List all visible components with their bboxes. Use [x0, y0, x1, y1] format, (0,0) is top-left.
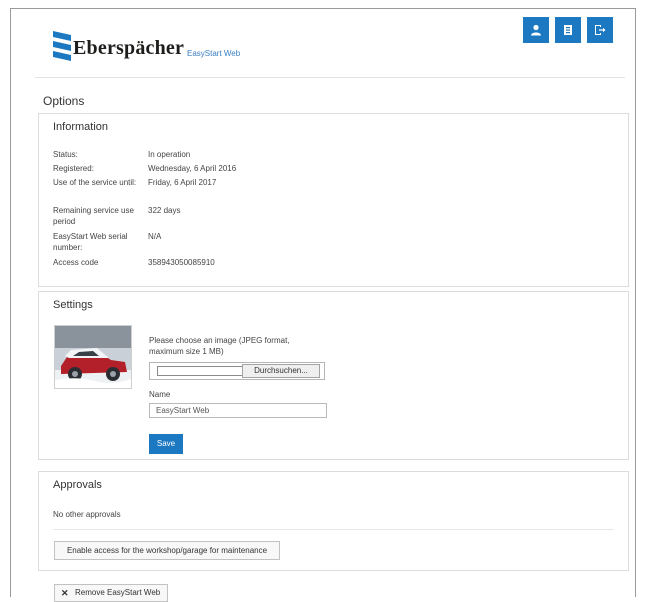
settings-panel: Settings Please choose an image (JPEG fo…	[38, 291, 629, 460]
logout-icon	[595, 25, 606, 35]
header: Eberspächer EasyStart Web	[11, 9, 635, 79]
remove-easystart-button[interactable]: ✕ Remove EasyStart Web	[54, 584, 168, 602]
no-approvals-text: No other approvals	[53, 510, 121, 519]
logout-button[interactable]	[587, 17, 613, 43]
registered-value: Wednesday, 6 April 2016	[148, 164, 237, 173]
user-button[interactable]	[523, 17, 549, 43]
app-frame: Eberspächer EasyStart Web Options Inform…	[10, 8, 636, 597]
header-divider	[35, 77, 625, 78]
file-upload: Durchsuchen...	[149, 362, 325, 380]
service-until-label: Use of the service until:	[53, 178, 137, 187]
settings-title: Settings	[53, 299, 93, 311]
access-code-value: 358943050085910	[148, 258, 215, 267]
status-value: In operation	[148, 150, 191, 159]
serial-number-label: EasyStart Web serial number:	[53, 232, 128, 252]
close-icon: ✕	[61, 588, 69, 598]
file-path-field[interactable]	[157, 366, 242, 376]
vehicle-image	[54, 325, 132, 389]
information-panel: Information Status: In operation Registe…	[38, 113, 629, 287]
vehicle-image-picture	[55, 326, 131, 388]
status-label: Status:	[53, 150, 78, 159]
approvals-panel: Approvals No other approvals Enable acce…	[38, 471, 629, 571]
eberspaecher-logo-icon	[53, 31, 71, 61]
remaining-period-value: 322 days	[148, 206, 181, 215]
approvals-title: Approvals	[53, 479, 102, 491]
name-label: Name	[149, 390, 171, 399]
product-name: EasyStart Web	[187, 49, 241, 58]
registered-label: Registered:	[53, 164, 94, 173]
save-button[interactable]: Save	[149, 434, 183, 454]
manual-button[interactable]	[555, 17, 581, 43]
book-icon	[564, 25, 572, 35]
user-icon	[531, 24, 541, 36]
information-title: Information	[53, 121, 109, 133]
brand-name: Eberspächer	[73, 37, 185, 59]
name-input[interactable]: EasyStart Web	[149, 403, 327, 418]
panel-divider	[39, 113, 628, 114]
enable-workshop-access-button[interactable]: Enable access for the workshop/garage fo…	[54, 541, 280, 560]
approvals-divider	[53, 529, 614, 530]
panel-divider	[39, 471, 628, 472]
page-title: Options	[43, 94, 85, 108]
image-instructions: Please choose an image (JPEG format, max…	[149, 336, 290, 356]
browse-button[interactable]: Durchsuchen...	[242, 364, 320, 378]
remaining-period-label: Remaining service use period	[53, 206, 134, 226]
access-code-label: Access code	[53, 258, 99, 267]
panel-divider	[39, 291, 628, 292]
service-until-value: Friday, 6 April 2017	[148, 178, 217, 187]
serial-number-value: N/A	[148, 232, 162, 241]
remove-label: Remove EasyStart Web	[75, 588, 161, 597]
